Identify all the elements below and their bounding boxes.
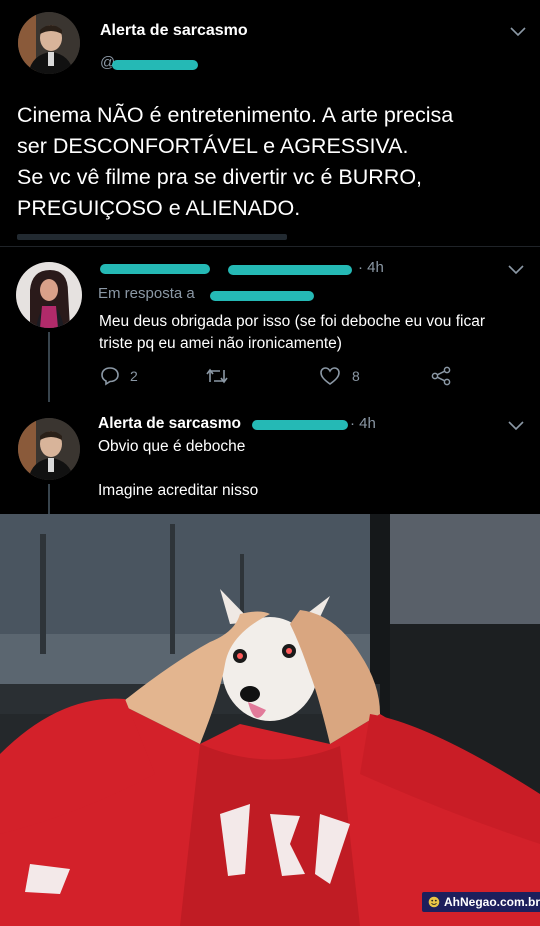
reply-time: · 4h <box>358 259 384 276</box>
author-avatar[interactable] <box>18 12 80 74</box>
in-reply-to[interactable]: Em resposta a <box>98 285 318 305</box>
reply-text-line: triste pq eu amei não ironicamente) <box>99 335 342 352</box>
tweet-text-line: PREGUIÇOSO e ALIENADO. <box>17 196 301 220</box>
heart-icon <box>319 366 341 386</box>
tweet-text-line: Se vc vê filme pra se divertir vc é BURR… <box>17 165 423 189</box>
name-redaction <box>100 264 210 274</box>
reply-options-chevron-icon[interactable] <box>508 262 524 280</box>
reply-count: 2 <box>130 368 138 384</box>
reply-avatar[interactable] <box>16 262 82 328</box>
meme-image <box>0 514 540 926</box>
reply-text-line: Imagine acreditar nisso <box>98 482 259 499</box>
author-avatar[interactable] <box>18 418 80 480</box>
retweet-icon[interactable] <box>205 367 229 385</box>
mention-redaction <box>210 291 314 301</box>
handle-redaction <box>112 60 198 70</box>
share-icon[interactable] <box>430 366 452 386</box>
reply-author-redacted[interactable] <box>100 260 358 278</box>
divider <box>0 246 540 247</box>
handle-redaction <box>228 265 352 275</box>
smiley-icon <box>428 896 440 908</box>
comment-icon <box>100 366 120 386</box>
like-button[interactable]: 8 <box>319 366 360 386</box>
reply-options-chevron-icon[interactable] <box>508 418 524 436</box>
reply-text-line: Obvio que é deboche <box>98 438 246 455</box>
handle-redaction <box>252 420 348 430</box>
reply-time: · 4h <box>350 415 376 432</box>
tweet-metadata-cutoff <box>17 234 287 240</box>
tweet-text: Cinema NÃO é entretenimento. A arte prec… <box>17 100 532 224</box>
thread-line <box>48 484 50 514</box>
author-name[interactable]: Alerta de sarcasmo <box>100 22 248 40</box>
tweet-options-chevron-icon[interactable] <box>510 24 526 42</box>
thread-line <box>48 332 50 402</box>
in-reply-to-label: Em resposta a <box>98 285 195 302</box>
watermark: AhNegao.com.br <box>422 892 540 912</box>
watermark-text: AhNegao.com.br <box>444 895 540 909</box>
reply-text-line: Meu deus obrigada por isso (se foi deboc… <box>99 313 486 330</box>
reply-button[interactable]: 2 <box>100 366 138 386</box>
tweet-text-line: ser DESCONFORTÁVEL e AGRESSIVA. <box>17 134 409 158</box>
author-handle[interactable]: @ <box>100 54 200 72</box>
like-count: 8 <box>352 368 360 384</box>
tweet-text-line: Cinema NÃO é entretenimento. A arte prec… <box>17 103 454 127</box>
reply-author-name[interactable]: Alerta de sarcasmo <box>98 415 241 433</box>
reply-text: Meu deus obrigada por isso (se foi deboc… <box>99 311 485 355</box>
